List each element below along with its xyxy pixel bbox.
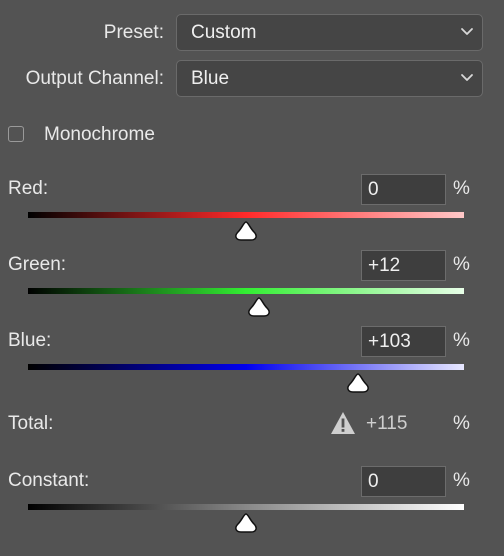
blue-percent-unit: % xyxy=(453,330,470,351)
total-percent-unit: % xyxy=(453,413,470,434)
green-value-input[interactable]: +12 xyxy=(361,250,446,281)
red-label: Red: xyxy=(8,178,49,199)
red-value-input[interactable]: 0 xyxy=(361,174,446,205)
blue-label: Blue: xyxy=(8,330,52,351)
preset-dropdown[interactable]: Custom xyxy=(176,14,483,51)
output-channel-dropdown[interactable]: Blue xyxy=(176,60,483,97)
red-percent-unit: % xyxy=(453,178,470,199)
chevron-down-icon xyxy=(461,74,473,81)
output-channel-label: Output Channel: xyxy=(25,68,164,89)
total-value: +115 xyxy=(366,413,408,434)
preset-label: Preset: xyxy=(103,22,164,43)
constant-slider-track[interactable] xyxy=(28,504,464,510)
total-label: Total: xyxy=(8,413,54,434)
green-slider-thumb[interactable] xyxy=(246,296,272,318)
blue-slider-thumb[interactable] xyxy=(345,372,371,394)
warning-icon xyxy=(331,412,355,434)
monochrome-checkbox[interactable] xyxy=(8,126,24,142)
constant-percent-unit: % xyxy=(453,470,470,491)
red-slider-track[interactable] xyxy=(28,212,464,218)
constant-value-input[interactable]: 0 xyxy=(361,466,446,497)
preset-value: Custom xyxy=(191,22,257,43)
blue-value-input[interactable]: +103 xyxy=(361,326,446,357)
green-percent-unit: % xyxy=(453,254,470,275)
monochrome-label: Monochrome xyxy=(44,124,155,145)
constant-slider-thumb[interactable] xyxy=(233,512,259,534)
green-slider-track[interactable] xyxy=(28,288,464,294)
green-label: Green: xyxy=(8,254,67,275)
chevron-down-icon xyxy=(461,28,473,35)
constant-label: Constant: xyxy=(8,470,90,491)
output-channel-value: Blue xyxy=(191,68,230,89)
red-slider-thumb[interactable] xyxy=(233,220,259,242)
blue-slider-track[interactable] xyxy=(28,364,464,370)
